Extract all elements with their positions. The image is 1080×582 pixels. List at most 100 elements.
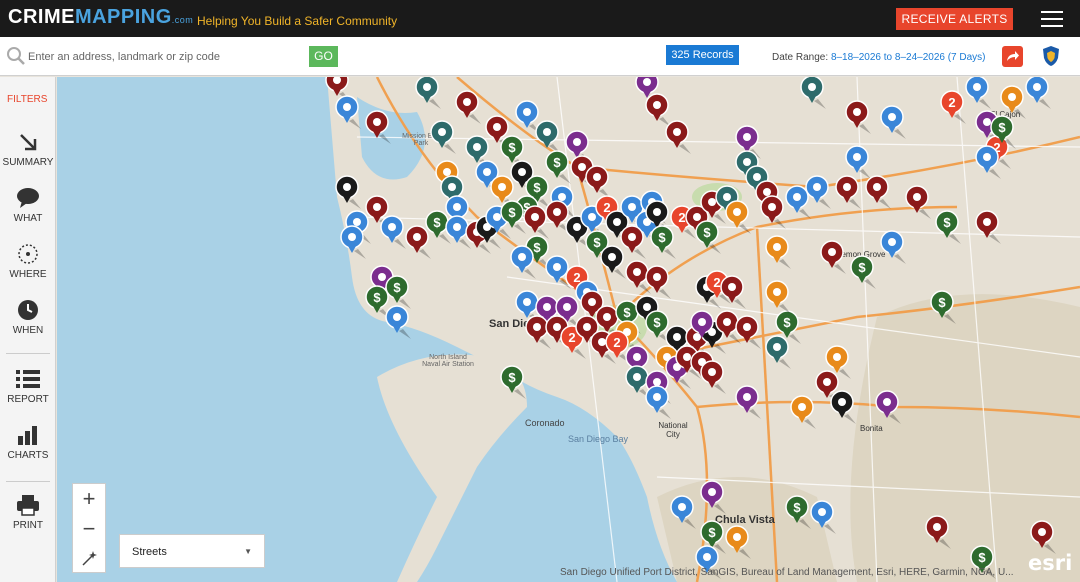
dui-marker[interactable] <box>335 95 361 129</box>
sidebar-item-summary[interactable]: SUMMARY <box>0 131 56 168</box>
svg-text:2: 2 <box>713 275 720 290</box>
sidebar-item-report[interactable]: REPORT <box>0 368 56 405</box>
assault-marker[interactable] <box>585 165 611 199</box>
sidebar-item-when[interactable]: WHEN <box>0 299 56 336</box>
dui-marker[interactable] <box>965 77 991 109</box>
assault-marker[interactable] <box>1030 520 1056 554</box>
assault-marker[interactable] <box>845 100 871 134</box>
theft_money-marker[interactable]: $ <box>850 255 876 289</box>
svg-text:2: 2 <box>613 335 620 350</box>
date-range-value[interactable]: 8–18–2026 to 8–24–2026 (7 Days) <box>831 52 986 63</box>
vandalism-marker[interactable] <box>790 395 816 429</box>
crime-markers-layer[interactable]: $22$$$$$$ 22$$$$2$$$2 2$ $2$$$$$$$ <box>57 77 1080 582</box>
police-badge-icon <box>1043 46 1059 66</box>
arrest-marker[interactable] <box>415 77 441 109</box>
assault-marker[interactable] <box>455 90 481 124</box>
assault-marker[interactable] <box>820 240 846 274</box>
svg-text:$: $ <box>708 525 716 540</box>
theft_money-marker[interactable]: $ <box>650 225 676 259</box>
dui-marker[interactable] <box>805 175 831 209</box>
dui-marker[interactable] <box>1025 77 1051 109</box>
crimemapping-logo[interactable]: CRIMEMAPPING.com <box>8 6 193 29</box>
burglary-marker[interactable] <box>600 245 626 279</box>
theft_money-marker[interactable]: $ <box>785 495 811 529</box>
assault-marker[interactable] <box>523 205 549 239</box>
vandalism-marker[interactable] <box>1000 85 1026 119</box>
assault-marker[interactable] <box>865 175 891 209</box>
sidebar-item-print[interactable]: PRINT <box>0 494 56 531</box>
theft_money-marker[interactable]: $ <box>695 220 721 254</box>
theft_money-marker[interactable]: $ <box>935 210 961 244</box>
assault-marker[interactable] <box>405 225 431 259</box>
assault-marker[interactable] <box>700 360 726 394</box>
police-badge-button[interactable] <box>1041 45 1061 67</box>
assault-marker[interactable] <box>665 120 691 154</box>
share-button[interactable] <box>1002 46 1023 67</box>
cluster-marker[interactable]: 2 <box>940 90 966 124</box>
chevron-down-icon: ▼ <box>244 547 252 556</box>
date-range[interactable]: Date Range: 8–18–2026 to 8–24–2026 (7 Da… <box>772 52 986 63</box>
logo-mapping-text: MAPPING <box>74 6 172 28</box>
vehicle-marker[interactable] <box>700 480 726 514</box>
assault-marker[interactable] <box>925 515 951 549</box>
arrest-marker[interactable] <box>765 335 791 369</box>
records-button[interactable]: 325 Records <box>666 45 739 65</box>
vehicle-marker[interactable] <box>875 390 901 424</box>
dui-marker[interactable] <box>810 500 836 534</box>
svg-text:$: $ <box>858 260 866 275</box>
sidebar-item-charts[interactable]: CHARTS <box>0 424 56 461</box>
svg-text:$: $ <box>793 500 801 515</box>
crime-map[interactable]: San Diego North Island Naval Air Station… <box>57 77 1080 582</box>
dui-marker[interactable] <box>645 385 671 419</box>
dui-marker[interactable] <box>845 145 871 179</box>
zoom-out-button[interactable]: − <box>73 514 105 544</box>
magic-wand-button[interactable] <box>73 544 105 574</box>
list-icon <box>16 370 40 388</box>
burglary-marker[interactable] <box>335 175 361 209</box>
top-bar: CRIMEMAPPING.com Helping You Build a Saf… <box>0 0 1080 37</box>
theft_money-marker[interactable]: $ <box>385 275 411 309</box>
assault-marker[interactable] <box>835 175 861 209</box>
svg-text:$: $ <box>978 550 986 565</box>
arrest-marker[interactable] <box>535 120 561 154</box>
sidebar-item-label: WHEN <box>12 325 44 336</box>
vandalism-marker[interactable] <box>725 200 751 234</box>
vandalism-marker[interactable] <box>765 280 791 314</box>
receive-alerts-button[interactable]: RECEIVE ALERTS <box>896 8 1013 30</box>
dui-marker[interactable] <box>385 305 411 339</box>
arrest-marker[interactable] <box>430 120 456 154</box>
assault-marker[interactable] <box>365 110 391 144</box>
zoom-in-button[interactable]: + <box>73 484 105 514</box>
assault-marker[interactable] <box>720 275 746 309</box>
dui-marker[interactable] <box>880 105 906 139</box>
vandalism-marker[interactable] <box>765 235 791 269</box>
dui-marker[interactable] <box>880 230 906 264</box>
hamburger-icon[interactable] <box>1041 11 1063 27</box>
arrest-marker[interactable] <box>800 77 826 109</box>
vehicle-marker[interactable] <box>735 385 761 419</box>
assault-marker[interactable] <box>905 185 931 219</box>
filters-label[interactable]: FILTERS <box>7 94 47 105</box>
assault-marker[interactable] <box>645 93 671 127</box>
assault-marker[interactable] <box>735 315 761 349</box>
theft_money-marker[interactable]: $ <box>930 290 956 324</box>
vandalism-marker[interactable] <box>725 525 751 559</box>
svg-text:$: $ <box>533 180 541 195</box>
basemap-select[interactable]: Streets ▼ <box>119 534 265 568</box>
esri-logo: esri <box>1028 551 1073 575</box>
theft_money-marker[interactable]: $ <box>500 365 526 399</box>
sidebar-item-where[interactable]: WHERE <box>0 243 56 280</box>
svg-text:2: 2 <box>603 200 610 215</box>
burglary-marker[interactable] <box>830 390 856 424</box>
svg-text:2: 2 <box>678 210 685 225</box>
svg-text:$: $ <box>658 230 666 245</box>
dui-marker[interactable] <box>670 495 696 529</box>
assault-marker[interactable] <box>975 210 1001 244</box>
search-input[interactable] <box>28 47 298 67</box>
dui-marker[interactable] <box>380 215 406 249</box>
go-button[interactable]: GO <box>309 46 338 67</box>
assault-marker[interactable] <box>760 195 786 229</box>
theft_money-marker[interactable]: $ <box>545 150 571 184</box>
sidebar-item-what[interactable]: WHAT <box>0 187 56 224</box>
assault-marker[interactable] <box>645 265 671 299</box>
